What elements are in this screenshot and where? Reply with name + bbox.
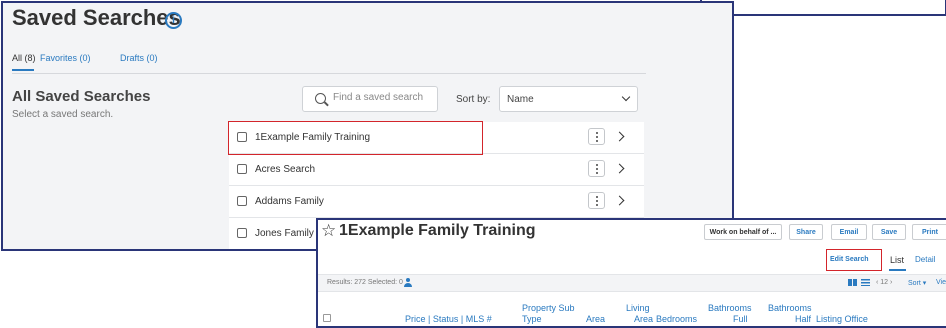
item-label: Addams Family <box>255 196 324 207</box>
search-results-panel: ☆ 1Example Family Training Work on behal… <box>316 218 946 328</box>
column-property-sub-type[interactable]: Type <box>522 314 542 325</box>
tab-drafts[interactable]: Drafts (0) <box>120 53 158 63</box>
sort-select[interactable]: Name <box>499 86 638 112</box>
column-living-area[interactable]: Living <box>626 303 650 314</box>
tab-detail-view[interactable]: Detail <box>915 255 935 264</box>
tab-all[interactable]: All (8) <box>12 53 36 63</box>
share-button[interactable]: Share <box>789 224 823 240</box>
results-title: 1Example Family Training <box>339 222 536 239</box>
column-bedrooms[interactable]: Bedrooms <box>656 314 697 325</box>
item-checkbox[interactable] <box>237 164 247 174</box>
tab-favorites[interactable]: Favorites (0) <box>40 53 91 63</box>
sort-dropdown[interactable]: Sort ▾ <box>908 279 926 287</box>
select-all-checkbox[interactable] <box>323 314 331 322</box>
section-subtitle: Select a saved search. <box>12 109 114 120</box>
search-box[interactable] <box>302 86 438 112</box>
item-label: Jones Family <box>255 228 314 239</box>
column-living-area[interactable]: Area <box>634 314 653 325</box>
column-bathrooms-half[interactable]: Half <box>795 314 811 325</box>
active-view-indicator <box>889 269 906 271</box>
more-options-icon[interactable] <box>588 160 605 177</box>
more-options-icon[interactable] <box>588 128 605 145</box>
save-button[interactable]: Save <box>872 224 906 240</box>
highlight-annotation <box>826 249 882 271</box>
tab-list-view[interactable]: List <box>890 255 904 265</box>
info-icon[interactable]: i <box>165 12 182 29</box>
list-view-icon[interactable] <box>861 279 870 286</box>
sort-label: Sort by: <box>456 94 491 105</box>
column-bathrooms-full[interactable]: Full <box>733 314 748 325</box>
chevron-down-icon <box>621 92 631 102</box>
highlight-annotation <box>228 121 483 155</box>
list-item[interactable]: Acres Search <box>229 154 644 186</box>
item-label: Acres Search <box>255 164 316 175</box>
results-count: Results: 272 Selected: 0 <box>327 279 403 286</box>
view-dropdown[interactable]: Vie <box>936 279 946 286</box>
column-area[interactable]: Area <box>586 314 605 325</box>
work-on-behalf-button[interactable]: Work on behalf of ... <box>704 224 782 240</box>
grid-view-icon[interactable] <box>848 279 857 286</box>
person-icon[interactable] <box>404 278 412 287</box>
results-bar: Results: 272 Selected: 0 ‹ 12 › Sort ▾ V… <box>318 274 946 292</box>
search-icon <box>315 93 326 104</box>
column-price-status-mls[interactable]: Price | Status | MLS # <box>405 314 492 325</box>
column-listing-office[interactable]: Listing Office <box>816 314 868 325</box>
item-checkbox[interactable] <box>237 196 247 206</box>
search-input[interactable] <box>333 92 433 103</box>
page-title: Saved Searches <box>12 5 181 30</box>
pagination[interactable]: ‹ 12 › <box>876 279 892 286</box>
saved-searches-panel: Saved Searches i All (8) Favorites (0) D… <box>1 1 734 251</box>
background-window <box>700 0 946 16</box>
print-button[interactable]: Print <box>912 224 946 240</box>
active-tab-indicator <box>12 69 34 71</box>
star-icon[interactable]: ☆ <box>321 221 336 241</box>
column-bathrooms-full[interactable]: Bathrooms <box>708 303 752 314</box>
chevron-right-icon[interactable] <box>614 163 625 174</box>
list-item[interactable]: Addams Family <box>229 186 644 218</box>
sort-value: Name <box>507 94 534 105</box>
chevron-right-icon[interactable] <box>614 131 625 142</box>
chevron-right-icon[interactable] <box>614 195 625 206</box>
column-property-sub-type[interactable]: Property Sub <box>522 303 575 314</box>
section-title: All Saved Searches <box>12 88 151 105</box>
tabs-divider <box>12 73 646 74</box>
column-bathrooms-half[interactable]: Bathrooms <box>768 303 812 314</box>
email-button[interactable]: Email <box>831 224 867 240</box>
item-checkbox[interactable] <box>237 228 247 238</box>
more-options-icon[interactable] <box>588 192 605 209</box>
